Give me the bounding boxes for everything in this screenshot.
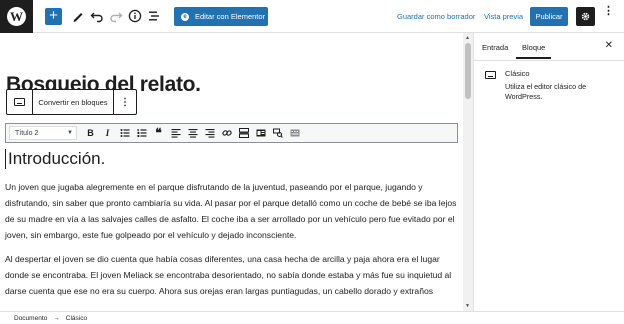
bulleted-list-icon[interactable] [116,126,133,140]
gear-icon [581,12,590,21]
scroll-up-arrow-icon[interactable]: ▲ [465,35,470,41]
align-right-icon[interactable] [201,126,218,140]
block-toolbar: Convertir en bloques ⋮ [6,89,137,115]
list-view-icon[interactable] [146,8,162,24]
redo-icon[interactable] [108,8,124,24]
block-card: Clásico Utiliza el editor clásico de Wor… [485,69,597,102]
settings-button[interactable] [576,7,595,26]
block-more-options-icon[interactable]: ⋮ [114,90,136,114]
scrollbar-thumb[interactable] [465,43,471,99]
block-card-title: Clásico [505,69,530,78]
section-heading[interactable]: Introducción. [5,149,458,169]
undo-icon[interactable] [89,8,105,24]
scroll-down-arrow-icon[interactable]: ▼ [465,303,470,309]
edit-with-elementor-button[interactable]: e Editar con Elementor [174,7,268,26]
tab-post[interactable]: Entrada [482,43,508,52]
paragraph[interactable]: Al despertar el joven se dio cuenta que … [5,251,458,299]
classic-content[interactable]: Introducción. Un joven que jugaba alegre… [5,145,458,299]
wordpress-logo-button[interactable]: W [0,0,33,33]
toolbar-toggle-icon[interactable] [286,126,303,140]
classic-editor-toolbar: Título 2 ▼ B I ❝ [5,123,458,143]
breadcrumb: Documento → Clásico [0,311,624,324]
preview-button[interactable]: Vista previa [484,12,523,21]
numbered-list-icon[interactable] [133,126,150,140]
link-icon[interactable] [218,126,235,140]
italic-icon[interactable]: I [99,126,116,140]
paragraph[interactable]: Un joven que jugaba alegremente en el pa… [5,179,458,243]
block-type-button[interactable] [7,90,33,114]
more-options-icon[interactable]: ⋮ [603,6,614,17]
publish-button[interactable]: Publicar [530,7,568,26]
editor-canvas: Bosquejo del relato. Convertir en bloque… [0,33,463,311]
block-card-description: Utiliza el editor clásico de WordPress. [505,82,587,101]
keyboard-icon [14,98,25,106]
settings-sidebar: Entrada Bloque ✕ Clásico Utiliza el edit… [473,33,624,311]
info-icon[interactable] [127,8,143,24]
breadcrumb-document[interactable]: Documento [14,315,47,322]
sidebar-tabs: Entrada Bloque ✕ [474,33,624,61]
heading-format-select[interactable]: Título 2 ▼ [9,126,77,140]
wordpress-icon: W [7,7,26,26]
breadcrumb-separator: → [53,314,60,322]
editor-scrollbar[interactable]: ▲ ▼ [463,33,473,311]
keyboard-icon [485,71,496,79]
editor-header: W + e Editar con Elementor Guardar como … [0,0,624,33]
align-left-icon[interactable] [167,126,184,140]
elementor-icon: e [181,12,189,21]
bold-icon[interactable]: B [82,126,99,140]
elementor-button-label: Editar con Elementor [195,12,266,21]
insert-media-icon[interactable] [252,126,269,140]
breadcrumb-block[interactable]: Clásico [66,315,87,322]
edit-pencil-icon[interactable] [70,8,86,24]
heading-format-value: Título 2 [15,129,39,137]
read-more-icon[interactable] [235,126,252,140]
blockquote-icon[interactable]: ❝ [150,126,167,140]
tab-block[interactable]: Bloque [515,43,552,59]
chevron-down-icon: ▼ [67,130,73,136]
close-icon[interactable]: ✕ [605,40,613,51]
align-center-icon[interactable] [184,126,201,140]
add-block-button[interactable]: + [45,8,62,25]
find-replace-icon[interactable] [269,126,286,140]
convert-to-blocks-button[interactable]: Convertir en bloques [33,90,114,114]
save-draft-button[interactable]: Guardar como borrador [397,12,475,21]
